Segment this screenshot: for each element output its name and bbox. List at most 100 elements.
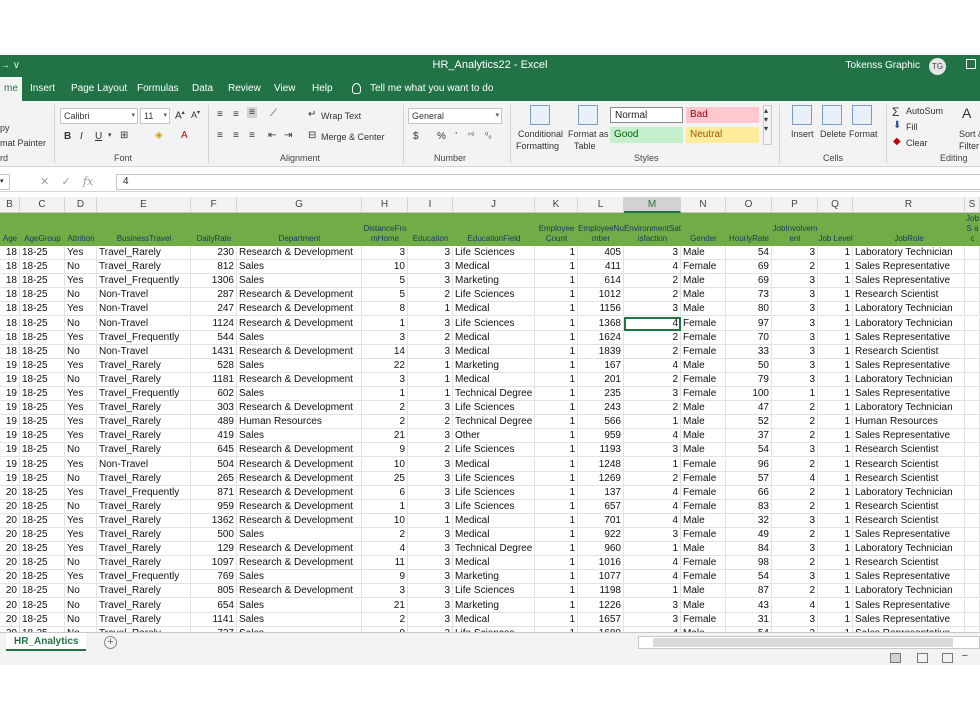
table-cell[interactable]: Travel_Rarely bbox=[97, 358, 191, 373]
table-cell[interactable] bbox=[965, 274, 980, 289]
table-cell[interactable]: 3 bbox=[624, 598, 681, 613]
table-cell[interactable]: Research Scientist bbox=[853, 288, 965, 303]
table-cell[interactable]: 1 bbox=[535, 471, 578, 486]
table-cell[interactable]: Yes bbox=[65, 570, 97, 585]
column-header-n[interactable]: N bbox=[681, 197, 726, 213]
table-cell[interactable]: 1 bbox=[535, 316, 578, 331]
table-cell[interactable]: 1 bbox=[535, 429, 578, 444]
table-cell[interactable]: 4 bbox=[772, 598, 818, 613]
bold-button[interactable]: B bbox=[64, 131, 71, 142]
table-cell[interactable]: 1 bbox=[818, 372, 853, 387]
table-cell[interactable]: 11 bbox=[362, 556, 408, 571]
table-cell[interactable]: 1 bbox=[818, 288, 853, 303]
table-cell[interactable]: 18-25 bbox=[20, 443, 65, 458]
table-cell[interactable]: 19 bbox=[0, 358, 20, 373]
table-cell[interactable]: Female bbox=[681, 570, 726, 585]
table-cell[interactable]: Other bbox=[453, 429, 535, 444]
table-cell[interactable]: Yes bbox=[65, 274, 97, 289]
table-cell[interactable]: 247 bbox=[191, 302, 237, 317]
table-cell[interactable]: 265 bbox=[191, 471, 237, 486]
table-cell[interactable]: Travel_Rarely bbox=[97, 471, 191, 486]
table-cell[interactable]: Travel_Frequently bbox=[97, 387, 191, 401]
table-cell[interactable]: 959 bbox=[191, 499, 237, 514]
table-cell[interactable]: 18-25 bbox=[20, 612, 65, 627]
table-cell[interactable]: 1 bbox=[818, 330, 853, 345]
table-cell[interactable]: Female bbox=[681, 556, 726, 571]
table-cell[interactable]: Sales bbox=[237, 598, 362, 613]
table-cell[interactable]: 654 bbox=[191, 598, 237, 613]
table-cell[interactable]: 70 bbox=[726, 330, 772, 345]
grow-font-icon[interactable]: A▴ bbox=[175, 109, 185, 121]
table-cell[interactable]: No bbox=[65, 598, 97, 613]
wrap-text-icon[interactable]: ↵ bbox=[308, 109, 316, 120]
table-cell[interactable]: 4 bbox=[624, 485, 681, 500]
table-cell[interactable]: Sales Representative bbox=[853, 260, 965, 275]
table-cell[interactable]: 2 bbox=[772, 429, 818, 444]
table-cell[interactable]: Life Sciences bbox=[453, 499, 535, 514]
table-cell[interactable]: Life Sciences bbox=[453, 485, 535, 500]
table-cell[interactable]: 1 bbox=[408, 372, 453, 387]
header-cell[interactable]: DailyRate bbox=[191, 213, 237, 246]
table-cell[interactable]: 50 bbox=[726, 358, 772, 373]
style-good[interactable]: Good bbox=[610, 127, 683, 143]
fill-color-icon[interactable]: ◈ bbox=[155, 130, 163, 141]
table-cell[interactable]: Laboratory Technician bbox=[853, 372, 965, 387]
italic-button[interactable]: I bbox=[80, 131, 83, 142]
table-cell[interactable]: No bbox=[65, 556, 97, 571]
increase-indent-icon[interactable]: ⇥ bbox=[284, 130, 292, 141]
format-cells-button[interactable]: Format bbox=[849, 129, 878, 139]
table-cell[interactable] bbox=[965, 584, 980, 599]
wrap-text-button[interactable]: Wrap Text bbox=[321, 111, 361, 121]
table-cell[interactable]: Sales bbox=[237, 274, 362, 289]
percent-button[interactable]: % bbox=[437, 131, 446, 142]
table-cell[interactable]: 9 bbox=[362, 443, 408, 458]
number-format-combo[interactable]: General ▾ bbox=[408, 108, 502, 124]
table-cell[interactable]: 18-25 bbox=[20, 260, 65, 275]
table-cell[interactable]: 3 bbox=[772, 274, 818, 289]
column-header-r[interactable]: R bbox=[853, 197, 965, 213]
table-cell[interactable]: Research & Development bbox=[237, 457, 362, 472]
table-cell[interactable]: 1 bbox=[408, 358, 453, 373]
table-cell[interactable]: 1248 bbox=[578, 457, 624, 472]
table-cell[interactable]: Travel_Frequently bbox=[97, 570, 191, 585]
table-cell[interactable]: Sales bbox=[237, 260, 362, 275]
table-cell[interactable]: Yes bbox=[65, 542, 97, 557]
table-cell[interactable]: 201 bbox=[578, 372, 624, 387]
table-cell[interactable]: Sales bbox=[237, 612, 362, 627]
table-cell[interactable]: 83 bbox=[726, 499, 772, 514]
table-cell[interactable]: Male bbox=[681, 513, 726, 528]
table-cell[interactable]: Yes bbox=[65, 513, 97, 528]
table-cell[interactable]: 1 bbox=[818, 612, 853, 627]
table-cell[interactable]: 1 bbox=[535, 246, 578, 260]
table-cell[interactable]: 129 bbox=[191, 542, 237, 557]
conditional-formatting-button[interactable]: Conditional bbox=[518, 129, 563, 139]
table-cell[interactable]: 871 bbox=[191, 485, 237, 500]
table-cell[interactable]: 18 bbox=[0, 316, 20, 331]
table-cell[interactable]: Medical bbox=[453, 372, 535, 387]
table-cell[interactable]: 1 bbox=[535, 401, 578, 416]
decrease-indent-icon[interactable]: ⇤ bbox=[268, 130, 276, 141]
delete-cells-button[interactable]: Delete bbox=[820, 129, 846, 139]
table-cell[interactable]: Marketing bbox=[453, 598, 535, 613]
table-cell[interactable]: 18-25 bbox=[20, 288, 65, 303]
table-cell[interactable]: 52 bbox=[726, 415, 772, 430]
table-cell[interactable]: 3 bbox=[408, 556, 453, 571]
table-cell[interactable]: 21 bbox=[362, 429, 408, 444]
table-cell[interactable]: 1012 bbox=[578, 288, 624, 303]
table-cell[interactable] bbox=[965, 316, 980, 331]
table-cell[interactable]: 18 bbox=[0, 246, 20, 260]
format-as-table-button[interactable]: Format as bbox=[568, 129, 609, 139]
table-cell[interactable]: Research & Development bbox=[237, 471, 362, 486]
table-cell[interactable]: Research Scientist bbox=[853, 471, 965, 486]
table-cell[interactable]: Travel_Rarely bbox=[97, 372, 191, 387]
table-cell[interactable]: Medical bbox=[453, 344, 535, 359]
table-cell[interactable]: Male bbox=[681, 542, 726, 557]
align-top-icon[interactable]: ≡ bbox=[217, 109, 223, 120]
table-cell[interactable] bbox=[965, 372, 980, 387]
style-normal[interactable]: Normal bbox=[610, 107, 683, 123]
table-cell[interactable]: 1 bbox=[818, 584, 853, 599]
header-cell[interactable]: EnvironmentSatisfaction bbox=[624, 213, 681, 246]
table-cell[interactable]: 18 bbox=[0, 274, 20, 289]
table-cell[interactable]: Research & Development bbox=[237, 556, 362, 571]
table-cell[interactable]: 1 bbox=[624, 542, 681, 557]
